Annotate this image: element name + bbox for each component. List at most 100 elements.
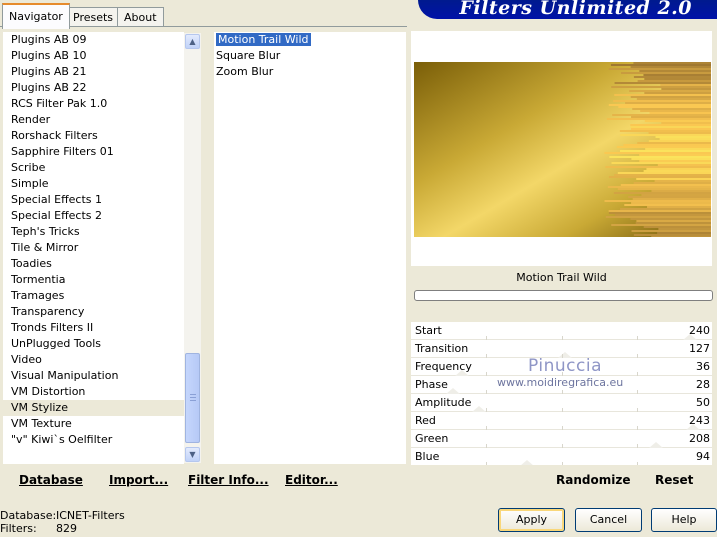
filter-list[interactable]: Motion Trail Wild Square Blur Zoom Blur <box>214 32 406 464</box>
motion-streak <box>651 236 711 237</box>
motion-streak <box>608 176 711 178</box>
category-item[interactable]: Plugins AB 21 <box>3 64 184 80</box>
left-button-strip: Database Import... Filter Info... Editor… <box>3 465 406 493</box>
category-item[interactable]: Tile & Mirror <box>3 240 184 256</box>
motion-streak <box>643 170 711 172</box>
motion-streak <box>618 106 711 108</box>
slider-amplitude[interactable]: Amplitude 50 <box>411 394 712 412</box>
category-item[interactable]: Plugins AB 22 <box>3 80 184 96</box>
category-item[interactable]: Special Effects 2 <box>3 208 184 224</box>
motion-streak <box>658 228 711 230</box>
category-item[interactable]: RCS Filter Pak 1.0 <box>3 96 184 112</box>
motion-streak <box>607 186 711 188</box>
motion-streak <box>632 198 711 200</box>
motion-streak <box>644 120 711 122</box>
slider-start[interactable]: Start 240 <box>411 322 712 340</box>
slider-label: Start <box>415 324 442 337</box>
motion-streak <box>661 88 711 90</box>
category-list[interactable]: Plugins AB 09 Plugins AB 10 Plugins AB 21 P… <box>3 32 184 464</box>
category-item[interactable]: Special Effects 1 <box>3 192 184 208</box>
motion-streak <box>604 152 711 154</box>
motion-streak <box>611 162 711 164</box>
tab-navigator-active[interactable]: Navigator <box>2 3 70 29</box>
tab-about[interactable]: About <box>117 7 164 27</box>
import-button[interactable]: Import... <box>109 473 168 487</box>
category-item[interactable]: UnPlugged Tools <box>3 336 184 352</box>
tab-label: Navigator <box>9 10 63 23</box>
motion-streak <box>641 194 711 196</box>
category-item[interactable]: VM Stylize <box>3 400 184 416</box>
motion-streak <box>608 210 711 212</box>
category-item[interactable]: Scribe <box>3 160 184 176</box>
category-item[interactable]: Teph's Tricks <box>3 224 184 240</box>
slider-blue[interactable]: Blue 94 <box>411 448 712 466</box>
slider-value: 36 <box>696 360 710 373</box>
slider-green[interactable]: Green 208 <box>411 430 712 448</box>
help-button[interactable]: Help <box>651 508 717 532</box>
watermark-site: www.moidiregrafica.eu <box>497 376 624 389</box>
category-item[interactable]: Visual Manipulation <box>3 368 184 384</box>
banner-title: Filters Unlimited 2.0 <box>459 0 692 19</box>
category-item[interactable]: Plugins AB 09 <box>3 32 184 48</box>
filter-item[interactable]: Zoom Blur <box>214 64 406 80</box>
database-button[interactable]: Database <box>19 473 83 487</box>
tab-label: Presets <box>73 11 114 24</box>
slider-red[interactable]: Red 243 <box>411 412 712 430</box>
category-item[interactable]: Tramages <box>3 288 184 304</box>
category-item[interactable]: VM Distortion <box>3 384 184 400</box>
parameter-sliders[interactable]: Start 240 Transition 127 Frequency 36 Phase 28 A… <box>411 322 712 466</box>
cancel-button[interactable]: Cancel <box>575 508 642 532</box>
filter-item[interactable]: Square Blur <box>214 48 406 64</box>
category-item[interactable]: Rorshack Filters <box>3 128 184 144</box>
motion-streak <box>608 104 711 106</box>
motion-streak <box>636 98 711 100</box>
category-item[interactable]: Tronds Filters II <box>3 320 184 336</box>
motion-streak <box>617 188 711 190</box>
motion-streak <box>630 124 711 126</box>
motion-streak <box>651 190 711 192</box>
editor-button[interactable]: Editor... <box>285 473 338 487</box>
scroll-down-button[interactable]: ▼ <box>185 447 200 462</box>
scroll-thumb[interactable] <box>185 353 200 443</box>
motion-streak <box>615 214 711 216</box>
apply-button[interactable]: Apply <box>498 508 565 532</box>
category-item[interactable]: Transparency <box>3 304 184 320</box>
right-button-strip: Randomize Reset <box>411 465 712 493</box>
category-item[interactable]: Plugins AB 10 <box>3 48 184 64</box>
category-item[interactable]: Sapphire Filters 01 <box>3 144 184 160</box>
category-item[interactable]: "v" Kiwi`s Oelfilter <box>3 432 184 448</box>
randomize-button[interactable]: Randomize <box>556 473 630 487</box>
motion-streak <box>610 64 711 66</box>
filter-item-label: Zoom Blur <box>216 65 274 78</box>
motion-streak <box>643 74 711 76</box>
reset-button[interactable]: Reset <box>655 473 693 487</box>
motion-streak <box>608 68 711 70</box>
slider-label: Green <box>415 432 449 445</box>
product-banner: Filters Unlimited 2.0 <box>418 0 717 19</box>
motion-streak <box>631 128 711 130</box>
preview-image <box>414 62 711 237</box>
slider-label: Amplitude <box>415 396 472 409</box>
motion-streak <box>630 218 711 220</box>
category-item[interactable]: VM Texture <box>3 416 184 432</box>
category-item[interactable]: Render <box>3 112 184 128</box>
motion-streak <box>633 76 711 78</box>
category-item[interactable]: Toadies <box>3 256 184 272</box>
category-item[interactable]: Simple <box>3 176 184 192</box>
preview-filter-name: Motion Trail Wild <box>516 271 607 284</box>
filter-info-button[interactable]: Filter Info... <box>188 473 269 487</box>
motion-streak <box>632 108 711 110</box>
category-item[interactable]: Tormentia <box>3 272 184 288</box>
filter-item[interactable]: Motion Trail Wild <box>214 32 406 48</box>
motion-streak <box>630 66 711 68</box>
category-item[interactable]: Video <box>3 352 184 368</box>
scroll-up-button[interactable]: ▲ <box>185 34 200 49</box>
category-scrollbar[interactable]: ▲ ▼ <box>184 33 201 463</box>
motion-streak <box>620 184 711 186</box>
motion-streak <box>613 100 711 102</box>
slider-label: Red <box>415 414 436 427</box>
tab-presets[interactable]: Presets <box>66 7 121 27</box>
motion-streak <box>614 174 711 176</box>
motion-streak <box>623 144 711 146</box>
motion-streak <box>605 216 711 218</box>
